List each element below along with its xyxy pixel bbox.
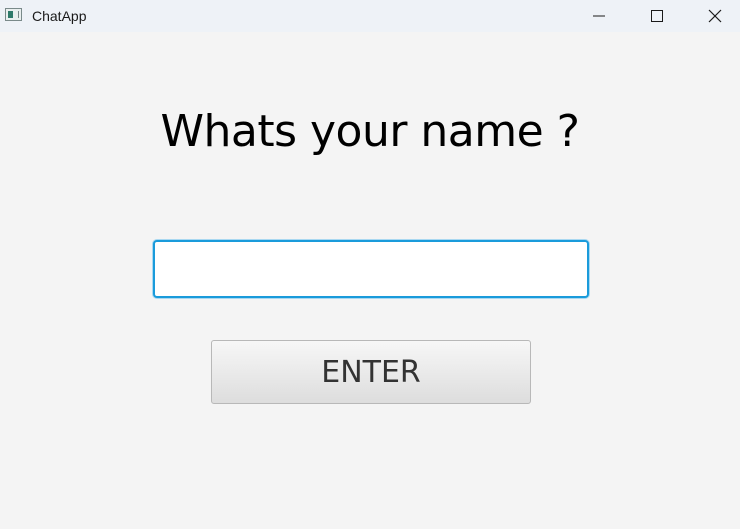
maximize-button[interactable] [634,0,680,32]
title-bar[interactable]: ChatApp [0,0,740,32]
enter-button[interactable]: ENTER [211,340,531,404]
name-input[interactable] [153,240,589,298]
minimize-button[interactable] [576,0,622,32]
app-window-icon [5,8,22,21]
window-title: ChatApp [32,8,87,24]
close-icon [708,9,722,23]
chatapp-window: ChatApp Whats your name ? ENTER [0,0,740,529]
maximize-icon [651,10,663,22]
minimize-icon [593,15,605,17]
name-prompt-heading: Whats your name ? [160,106,580,157]
close-button[interactable] [692,0,738,32]
